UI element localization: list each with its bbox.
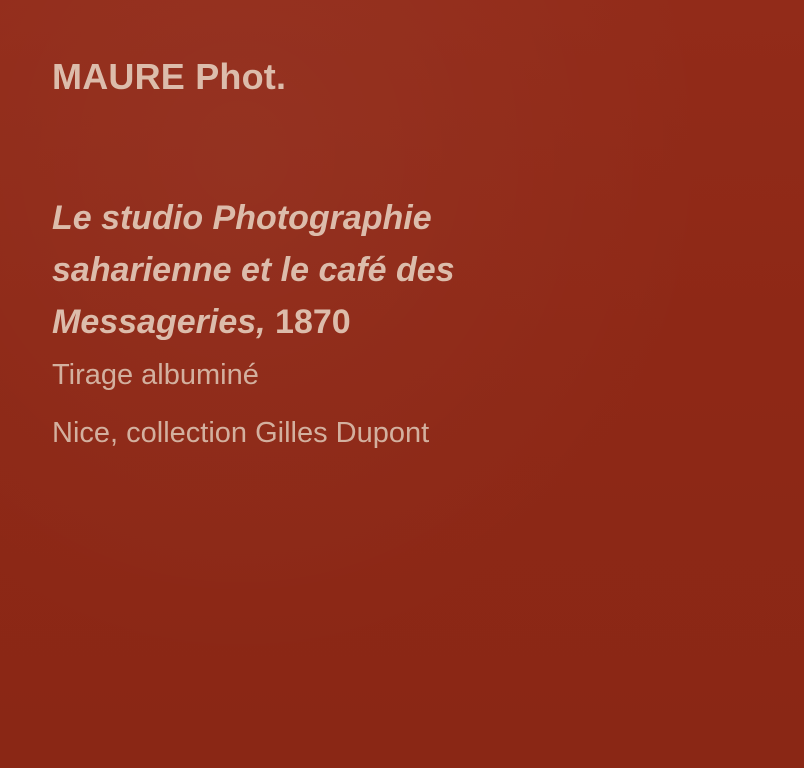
artwork-title-line-2: saharienne et le café des: [52, 251, 455, 289]
artwork-collection: Nice, collection Gilles Dupont: [52, 417, 430, 449]
artwork-title-final-words: Messageries,: [52, 303, 266, 341]
artwork-title-line-3: Messageries, 1870: [52, 296, 692, 348]
artwork-technique: Tirage albuminé: [52, 359, 259, 391]
artwork-date: 1870: [275, 303, 351, 341]
museum-label-panel: MAURE Phot. Le studio Photographie sahar…: [0, 0, 804, 768]
artwork-title: Le studio Photographie saharienne et le …: [52, 192, 692, 348]
artwork-title-line-1: Le studio Photographie: [52, 199, 432, 237]
artist-name: MAURE Phot.: [52, 56, 287, 97]
